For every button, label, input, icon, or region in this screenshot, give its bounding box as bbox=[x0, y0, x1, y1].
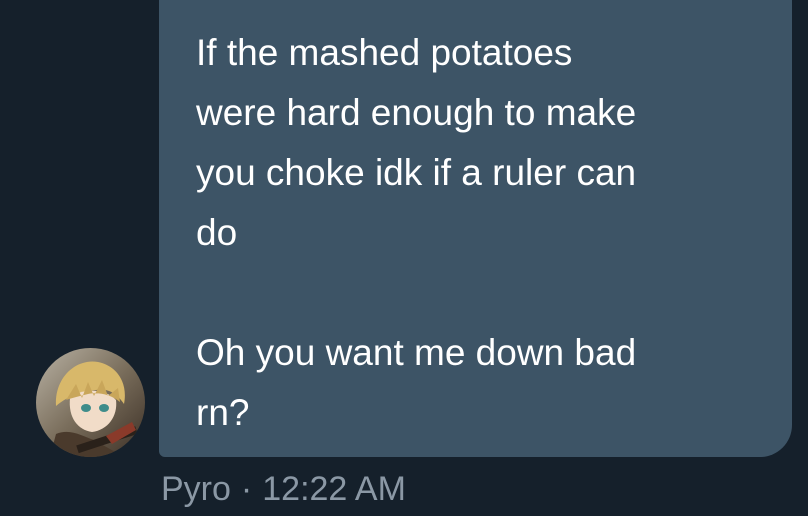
meta-separator: · bbox=[240, 470, 253, 508]
message-meta: Pyro · 12:22 AM bbox=[161, 467, 406, 511]
anime-character-avatar-icon bbox=[36, 348, 145, 457]
sender-avatar[interactable] bbox=[36, 348, 145, 457]
sender-name[interactable]: Pyro bbox=[161, 470, 231, 508]
dm-conversation-view: If the mashed potatoes were hard enough … bbox=[0, 0, 808, 516]
message-timestamp: 12:22 AM bbox=[262, 470, 406, 508]
message-text: If the mashed potatoes were hard enough … bbox=[196, 32, 637, 433]
